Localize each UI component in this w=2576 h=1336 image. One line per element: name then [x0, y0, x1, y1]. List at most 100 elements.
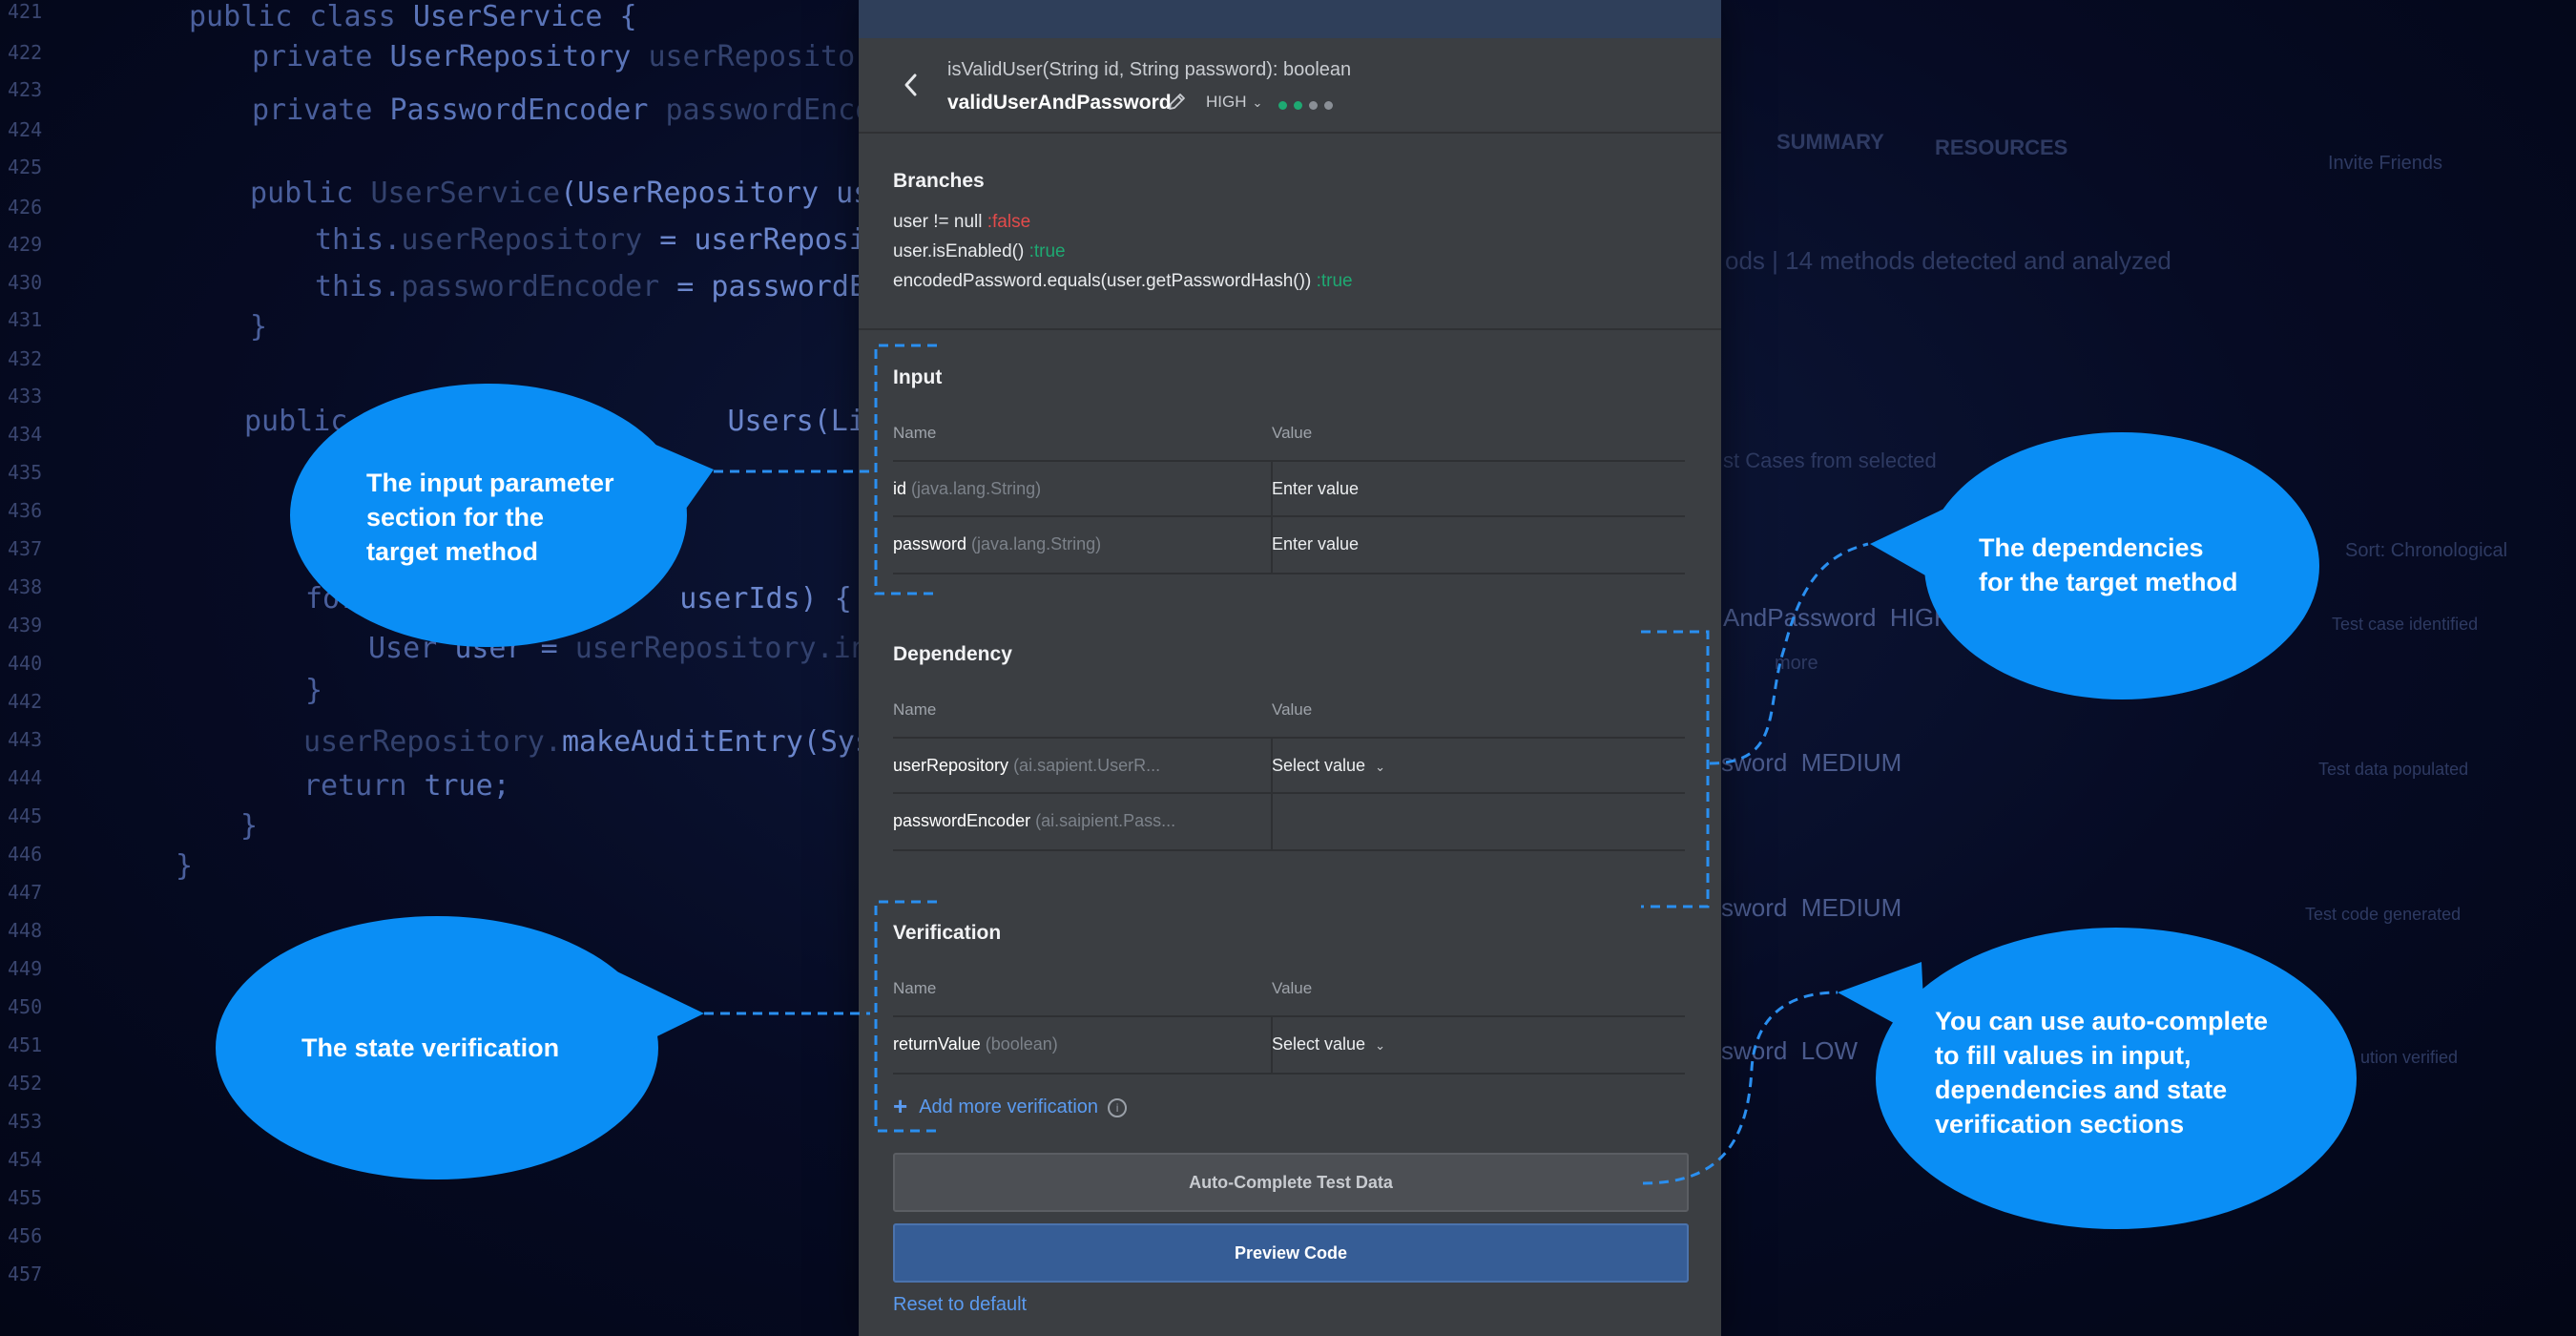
method-row: sword MEDIUM: [1721, 748, 1902, 777]
line-number: 448: [8, 919, 43, 942]
line-number: 439: [8, 614, 43, 637]
chevron-down-icon: ⌄: [1375, 760, 1385, 774]
add-more-verification-link[interactable]: + Add more verification i: [893, 1092, 1128, 1121]
method-name: validUserAndPassword: [947, 92, 1172, 114]
preview-code-button[interactable]: Preview Code: [893, 1223, 1689, 1283]
panel-header: isValidUser(String id, String password):…: [859, 38, 1721, 134]
line-number: 450: [8, 995, 43, 1018]
step-label: Test case identified: [2332, 615, 2479, 634]
line-number: 455: [8, 1186, 43, 1209]
table-header: Name Value: [893, 681, 1685, 737]
branch-line: user.isEnabled() :true: [893, 241, 1066, 261]
code-line: userRepository.makeAuditEntry(Syste: [303, 725, 907, 759]
chevron-down-icon: ⌄: [1375, 1038, 1385, 1053]
dependency-table: Name Value userRepository (ai.sapient.Us…: [893, 681, 1685, 853]
dependency-name: userRepository (ai.sapient.UserR...: [893, 756, 1161, 775]
line-number: 451: [8, 1033, 43, 1056]
back-arrow-icon[interactable]: [897, 71, 925, 99]
chevron-down-icon: ⌄: [1252, 95, 1263, 110]
callout-text-dependencies: The dependencies for the target method: [1979, 533, 2238, 596]
line-number: 437: [8, 537, 43, 560]
line-number: 436: [8, 499, 43, 522]
code-line: private PasswordEncoder passwordEncoder;: [252, 94, 942, 127]
dependency-title: Dependency: [893, 643, 1012, 665]
value-input[interactable]: Enter value: [1272, 479, 1359, 499]
plus-icon: +: [893, 1092, 908, 1120]
priority-dot: [1294, 101, 1302, 110]
table-row: returnValue (boolean) Select value ⌄: [893, 1015, 1685, 1075]
line-number: 442: [8, 690, 43, 713]
verification-title: Verification: [893, 922, 1002, 944]
line-number: 433: [8, 385, 43, 407]
line-number: 423: [8, 78, 43, 101]
branch-line: encodedPassword.equals(user.getPasswordH…: [893, 271, 1353, 291]
line-number: 440: [8, 652, 43, 675]
tab-resources: RESOURCES: [1935, 136, 2068, 159]
line-number-gutter: 421 422 423 424 425 426 429 430 431 432 …: [0, 0, 57, 1336]
priority-dot: [1278, 101, 1287, 110]
invite-friends-link: Invite Friends: [2328, 153, 2443, 174]
code-line: public UserService(UserRepository userRe: [250, 177, 940, 210]
column-header-name: Name: [893, 424, 937, 442]
input-table: Name Value id (java.lang.String) Enter v…: [893, 405, 1685, 574]
line-number: 435: [8, 461, 43, 484]
dependency-name: passwordEncoder (ai.saipient.Pass...: [893, 811, 1176, 830]
callout-text-input: The input parameter section for the targ…: [366, 469, 614, 566]
method-row: sword MEDIUM: [1721, 893, 1902, 922]
verification-table: Name Value returnValue (boolean) Select …: [893, 960, 1685, 1078]
value-select[interactable]: Select value ⌄: [1272, 756, 1385, 776]
line-number: 444: [8, 766, 43, 789]
line-number: 431: [8, 308, 43, 331]
step-label: Test code generated: [2305, 905, 2462, 924]
code-line: private UserRepository userRepository;: [252, 40, 907, 73]
code-line: }: [305, 674, 323, 707]
priority-dot: [1309, 101, 1318, 110]
line-number: 445: [8, 804, 43, 827]
code-line: this.userRepository = userRepositor: [315, 223, 919, 257]
branches-title: Branches: [893, 170, 985, 192]
method-row: AndPassword HIGH: [1723, 603, 1952, 632]
param-name: password (java.lang.String): [893, 534, 1102, 553]
more-link: more: [1775, 653, 1818, 674]
callout-text-verification: The state verification: [301, 1033, 560, 1062]
line-number: 438: [8, 575, 43, 598]
line-number: 424: [8, 118, 43, 141]
tab-summary: SUMMARY: [1776, 130, 1884, 154]
pencil-icon[interactable]: [1166, 92, 1187, 113]
table-header: Name Value: [893, 405, 1685, 460]
line-number: 425: [8, 156, 43, 178]
table-row: password (java.lang.String) Enter value: [893, 515, 1685, 574]
line-number: 426: [8, 196, 43, 219]
column-header-value: Value: [1272, 700, 1313, 719]
code-line: public class UserService {: [189, 0, 637, 33]
methods-summary: ods | 14 methods detected and analyzed: [1725, 246, 2171, 275]
value-input[interactable]: Enter value: [1272, 534, 1359, 554]
line-number: 430: [8, 271, 43, 294]
column-header-value: Value: [1272, 979, 1313, 997]
code-line: return true;: [303, 769, 510, 803]
column-header-name: Name: [893, 700, 937, 719]
code-line: }: [176, 849, 194, 883]
test-case-panel: isValidUser(String id, String password):…: [859, 0, 1721, 1336]
auto-complete-button[interactable]: Auto-Complete Test Data: [893, 1153, 1689, 1212]
line-number: 432: [8, 347, 43, 370]
priority-dropdown[interactable]: HIGH ⌄: [1206, 93, 1262, 112]
value-select[interactable]: Select value ⌄: [1272, 1034, 1385, 1054]
method-signature: isValidUser(String id, String password):…: [947, 59, 1352, 80]
section-divider: [859, 328, 1721, 330]
priority-label: HIGH: [1206, 93, 1247, 111]
callout-text-autocomplete: You can use auto-complete to fill values…: [1935, 1007, 2269, 1138]
line-number: 449: [8, 957, 43, 980]
code-line: this.passwordEncoder = passwordEnco: [315, 270, 919, 303]
cases-label: st Cases from selected: [1723, 449, 1937, 472]
code-line: User user = userRepository.inva: [368, 632, 903, 665]
info-icon[interactable]: i: [1108, 1098, 1128, 1117]
sort-label: Sort: Chronological: [2345, 540, 2508, 561]
code-line: }: [250, 310, 268, 344]
line-number: 452: [8, 1072, 43, 1095]
reset-to-default-link[interactable]: Reset to default: [893, 1294, 1027, 1316]
code-line: }: [240, 809, 259, 843]
table-row: userRepository (ai.sapient.UserR... Sele…: [893, 737, 1685, 794]
code-line: for userIds) {: [305, 582, 852, 616]
input-title: Input: [893, 366, 943, 388]
